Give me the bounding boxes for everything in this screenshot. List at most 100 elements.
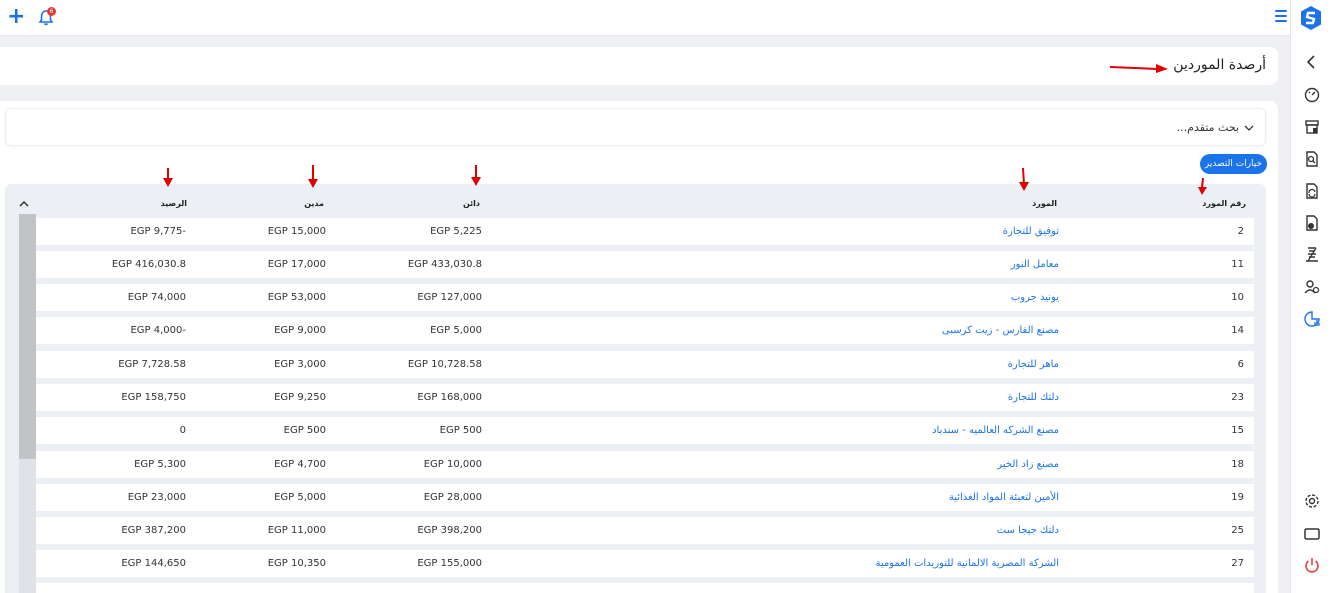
sync-document-icon[interactable] xyxy=(1303,182,1321,200)
table-row[interactable]: 6 ماهر للتجارة EGP 10,728.58 EGP 3,000 E… xyxy=(36,351,1254,378)
credit-value: EGP 500 xyxy=(439,425,482,436)
reports-icon[interactable] xyxy=(1303,246,1321,264)
credit-value: EGP 5,000 xyxy=(430,325,482,336)
column-header-supplier[interactable]: المورد xyxy=(1032,199,1057,208)
balance-value: EGP 158,750 xyxy=(121,392,186,403)
debit-value: EGP 9,250 xyxy=(274,392,326,403)
sidebar xyxy=(1290,0,1331,593)
debit-value: EGP 17,000 xyxy=(267,259,326,270)
payment-document-icon[interactable] xyxy=(1303,214,1321,232)
supplier-number: 6 xyxy=(1237,359,1244,370)
supplier-number: 10 xyxy=(1231,292,1244,303)
annotation-arrow xyxy=(308,165,318,188)
debit-value: EGP 3,000 xyxy=(274,359,326,370)
table-row[interactable]: 10 يونيد جروب EGP 127,000 EGP 53,000 EGP… xyxy=(36,284,1254,311)
supplier-link[interactable]: توفيق للتجارة xyxy=(1003,226,1059,237)
credit-value: EGP 127,000 xyxy=(417,292,482,303)
credit-value: EGP 5,225 xyxy=(430,226,482,237)
table-row[interactable]: 19 الأمين لتعبئة المواد الغذائية EGP 28,… xyxy=(36,484,1254,511)
annotation-arrow xyxy=(163,168,173,187)
window-icon[interactable] xyxy=(1303,525,1321,543)
credit-value: EGP 433,030.8 xyxy=(407,259,482,270)
table-row[interactable]: 27 الشركة المصرية الالمانية للتوريدات ال… xyxy=(36,550,1254,577)
page-title: أرصدة الموردين xyxy=(1173,57,1266,73)
notification-badge: 6 xyxy=(47,7,56,16)
supplier-link[interactable]: يونيد جروب xyxy=(1011,292,1059,303)
column-header-balance[interactable]: الرصيد xyxy=(161,199,187,208)
table-row[interactable] xyxy=(36,583,1254,593)
annotation-arrow xyxy=(1110,64,1168,73)
table-row[interactable]: 14 مصنع الفارس - زيت كرسبى EGP 5,000 EGP… xyxy=(36,317,1254,344)
table-row[interactable]: 23 دلتك للتجارة EGP 168,000 EGP 9,250 EG… xyxy=(36,384,1254,411)
supplier-link[interactable]: دلتك للتجارة xyxy=(1008,392,1059,403)
supplier-number: 23 xyxy=(1231,392,1244,403)
annotation-arrow xyxy=(471,165,481,186)
logo-icon xyxy=(1301,6,1321,30)
scrollbar-thumb[interactable] xyxy=(19,214,36,459)
supplier-link[interactable]: دلتك جيجا ست xyxy=(997,525,1059,536)
table-row[interactable]: 15 مصنع الشركه العالميه - سندباد EGP 500… xyxy=(36,417,1254,444)
supplier-number: 25 xyxy=(1231,525,1244,536)
supplier-link[interactable]: ماهر للتجارة xyxy=(1008,359,1059,370)
debit-value: EGP 10,350 xyxy=(267,558,326,569)
annotation-arrow xyxy=(1198,178,1207,195)
balance-value: EGP 7,728.58 xyxy=(118,359,186,370)
advanced-search-toggle[interactable]: بحث متقدم... xyxy=(5,108,1266,146)
supplier-number: 18 xyxy=(1231,459,1244,470)
table-row[interactable]: 18 مصنع زاد الخير EGP 10,000 EGP 4,700 E… xyxy=(36,451,1254,478)
balance-value: EGP 387,200 xyxy=(121,525,186,536)
annotation-arrow xyxy=(1019,168,1029,191)
power-icon[interactable] xyxy=(1303,556,1321,574)
credit-value: EGP 155,000 xyxy=(417,558,482,569)
table-row[interactable]: 25 دلتك جيجا ست EGP 398,200 EGP 11,000 E… xyxy=(36,517,1254,544)
supplier-link[interactable]: معامل النور xyxy=(1011,259,1059,270)
debit-value: EGP 500 xyxy=(283,425,326,436)
advanced-search-label: بحث متقدم... xyxy=(1176,121,1239,134)
top-bar: + 6 xyxy=(0,0,1290,36)
balance-value: EGP 74,000 xyxy=(127,292,186,303)
balance-value: EGP 4,000- xyxy=(130,325,186,336)
users-icon[interactable] xyxy=(1303,278,1321,296)
debit-value: EGP 11,000 xyxy=(267,525,326,536)
supplier-link[interactable]: الأمين لتعبئة المواد الغذائية xyxy=(949,492,1059,503)
settings-icon[interactable] xyxy=(1303,492,1321,510)
debit-value: EGP 5,000 xyxy=(274,492,326,503)
search-document-icon[interactable] xyxy=(1303,150,1321,168)
supplier-number: 19 xyxy=(1231,492,1244,503)
chart-icon[interactable] xyxy=(1303,310,1321,328)
debit-value: EGP 15,000 xyxy=(267,226,326,237)
table-row[interactable]: 2 توفيق للتجارة EGP 5,225 EGP 15,000 EGP… xyxy=(36,218,1254,245)
store-icon[interactable] xyxy=(1303,118,1321,136)
column-header-credit[interactable]: دائن xyxy=(463,199,480,208)
plus-icon[interactable]: + xyxy=(7,6,25,28)
balance-value: EGP 416,030.8 xyxy=(111,259,186,270)
column-header-debit[interactable]: مدين xyxy=(304,199,324,208)
balance-value: EGP 23,000 xyxy=(127,492,186,503)
supplier-link[interactable]: مصنع زاد الخير xyxy=(997,459,1059,470)
export-options-button[interactable]: خيارات التصدير xyxy=(1200,154,1267,174)
debit-value: EGP 53,000 xyxy=(267,292,326,303)
credit-value: EGP 10,728.58 xyxy=(407,359,482,370)
credit-value: EGP 398,200 xyxy=(417,525,482,536)
column-header-number[interactable]: رقم المورد xyxy=(1202,199,1246,208)
chevron-left-icon[interactable] xyxy=(1303,53,1321,71)
debit-value: EGP 9,000 xyxy=(274,325,326,336)
supplier-number: 14 xyxy=(1231,325,1244,336)
balance-value: EGP 5,300 xyxy=(134,459,186,470)
balance-value: 0 xyxy=(179,425,186,436)
dashboard-icon[interactable] xyxy=(1303,86,1321,104)
title-card: أرصدة الموردين xyxy=(0,47,1278,85)
supplier-link[interactable]: مصنع الشركه العالميه - سندباد xyxy=(932,425,1059,436)
supplier-link[interactable]: مصنع الفارس - زيت كرسبى xyxy=(942,325,1059,336)
supplier-link[interactable]: الشركة المصرية الالمانية للتوريدات العمو… xyxy=(876,558,1060,569)
table-row[interactable]: 11 معامل النور EGP 433,030.8 EGP 17,000 … xyxy=(36,251,1254,278)
balance-value: EGP 144,650 xyxy=(121,558,186,569)
credit-value: EGP 28,000 xyxy=(423,492,482,503)
credit-value: EGP 10,000 xyxy=(423,459,482,470)
supplier-number: 15 xyxy=(1231,425,1244,436)
chevron-up-icon[interactable] xyxy=(18,198,30,210)
balance-value: EGP 9,775- xyxy=(130,226,186,237)
credit-value: EGP 168,000 xyxy=(417,392,482,403)
chevron-down-icon xyxy=(1244,125,1254,131)
menu-icon[interactable] xyxy=(1275,10,1287,22)
